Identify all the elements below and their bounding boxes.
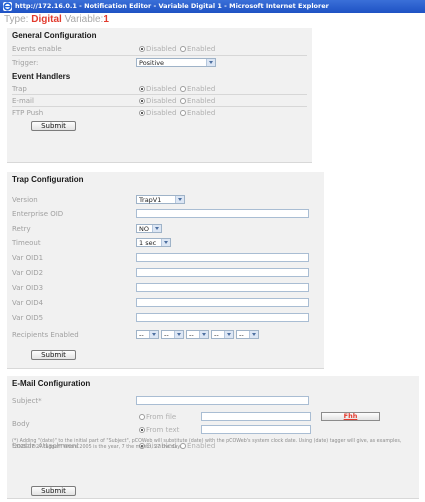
chevron-down-icon [199, 331, 208, 338]
window-title: http://172.16.0.1 - Notification Editor … [15, 2, 329, 10]
trap-handler-enabled-radio[interactable]: Enabled [180, 85, 215, 93]
radio-selected-icon [139, 98, 145, 104]
var-oid1-input[interactable] [136, 253, 309, 262]
enterprise-oid-input[interactable] [136, 209, 309, 218]
recipient-1-select[interactable]: -- [136, 330, 159, 339]
retry-select[interactable]: NO [136, 224, 162, 233]
radio-unselected-icon [180, 86, 186, 92]
var-oid3-label: Var OID3 [12, 284, 44, 292]
body-label: Body [12, 420, 30, 428]
var-oid4-label: Var OID4 [12, 299, 44, 307]
chevron-down-icon [152, 225, 161, 232]
events-enable-label: Events enable [12, 45, 62, 53]
divider [12, 55, 307, 56]
chevron-down-icon [175, 196, 184, 203]
var-oid3-input[interactable] [136, 283, 309, 292]
radio-selected-icon [139, 427, 145, 433]
window-title-bar: http://172.16.0.1 - Notification Editor … [0, 0, 425, 13]
internet-explorer-icon [3, 2, 12, 11]
ftp-push-enabled-radio[interactable]: Enabled [180, 109, 215, 117]
radio-unselected-icon [180, 98, 186, 104]
trap-submit-button[interactable]: Submit [31, 350, 76, 360]
trigger-select[interactable]: Positive [136, 58, 216, 67]
radio-selected-icon [139, 46, 145, 52]
body-file-browse-button[interactable]: Fhh [321, 412, 380, 421]
events-enable-disabled-radio[interactable]: Disabled [139, 45, 176, 53]
divider [12, 94, 307, 95]
email-submit-button[interactable]: Submit [31, 486, 76, 496]
divider [12, 106, 307, 107]
var-oid5-input[interactable] [136, 313, 309, 322]
body-text-input[interactable] [201, 425, 311, 434]
subject-label: Subject* [12, 397, 42, 405]
chevron-down-icon [249, 331, 258, 338]
chevron-down-icon [224, 331, 233, 338]
retry-label: Retry [12, 225, 31, 233]
recipient-2-select[interactable]: -- [161, 330, 184, 339]
timeout-select[interactable]: 1 sec [136, 238, 171, 247]
events-enable-enabled-radio[interactable]: Enabled [180, 45, 215, 53]
variable-label: Variable: [64, 14, 104, 25]
email-handler-label: E-mail [12, 97, 34, 105]
var-oid2-label: Var OID2 [12, 269, 44, 277]
ftp-push-handler-label: FTP Push [12, 109, 44, 117]
var-oid1-label: Var OID1 [12, 254, 44, 262]
timeout-label: Timeout [12, 239, 41, 247]
ftp-push-disabled-radio[interactable]: Disabled [139, 109, 176, 117]
chevron-down-icon [206, 59, 215, 66]
radio-unselected-icon [180, 110, 186, 116]
var-oid2-input[interactable] [136, 268, 309, 277]
version-label: Version [12, 196, 38, 204]
var-oid4-input[interactable] [136, 298, 309, 307]
body-from-file-radio[interactable]: From file [139, 413, 176, 421]
general-configuration-title: General Configuration [12, 31, 97, 40]
trap-configuration-title: Trap Configuration [12, 175, 84, 184]
general-configuration-panel: General Configuration Events enable Disa… [7, 28, 312, 163]
trap-configuration-panel: Trap Configuration Version TrapV1 Enterp… [7, 172, 324, 369]
enterprise-oid-label: Enterprise OID [12, 210, 64, 218]
type-value: Digital [31, 14, 62, 25]
radio-selected-icon [139, 110, 145, 116]
var-oid5-label: Var OID5 [12, 314, 44, 322]
type-label: Type: [4, 14, 29, 25]
version-select[interactable]: TrapV1 [136, 195, 185, 204]
type-variable-heading: Type: Digital Variable:1 [4, 14, 109, 25]
trigger-label: Trigger: [12, 59, 39, 67]
body-from-text-radio[interactable]: From text [139, 426, 179, 434]
subject-input[interactable] [136, 396, 309, 405]
general-submit-button[interactable]: Submit [31, 121, 76, 131]
email-configuration-title: E-Mail Configuration [12, 379, 91, 388]
recipients-enabled-label: Recipients Enabled [12, 331, 79, 339]
event-handlers-title: Event Handlers [12, 72, 71, 81]
variable-value: 1 [103, 14, 109, 25]
chevron-down-icon [174, 331, 183, 338]
email-handler-disabled-radio[interactable]: Disabled [139, 97, 176, 105]
email-handler-enabled-radio[interactable]: Enabled [180, 97, 215, 105]
subject-date-note: (*) Adding "(date)" to the initial part … [12, 439, 402, 450]
chevron-down-icon [161, 239, 170, 246]
recipient-4-select[interactable]: -- [211, 330, 234, 339]
email-configuration-panel: E-Mail Configuration Subject* Body From … [7, 376, 419, 499]
chevron-down-icon [149, 331, 158, 338]
radio-selected-icon [139, 86, 145, 92]
radio-unselected-icon [139, 414, 145, 420]
recipient-5-select[interactable]: -- [236, 330, 259, 339]
body-file-input[interactable] [201, 412, 311, 421]
trap-handler-label: Trap [12, 85, 27, 93]
trap-handler-disabled-radio[interactable]: Disabled [139, 85, 176, 93]
radio-unselected-icon [180, 46, 186, 52]
recipient-3-select[interactable]: -- [186, 330, 209, 339]
